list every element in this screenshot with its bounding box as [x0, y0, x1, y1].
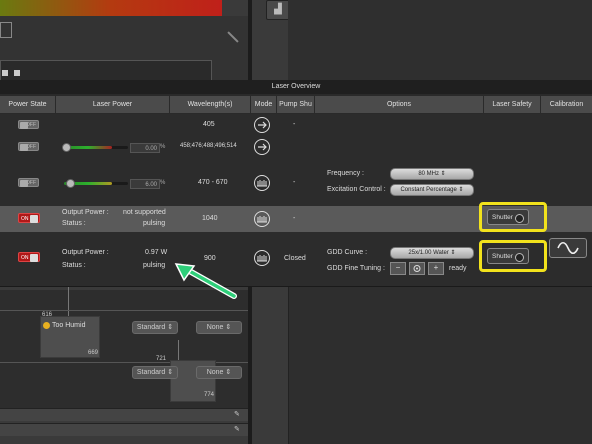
- none-dropdown-1[interactable]: None ⇕: [196, 321, 242, 334]
- target-icon: [413, 265, 421, 272]
- pulsed-mode-icon: [254, 175, 270, 191]
- pulsed-mode-icon-3: [254, 250, 270, 266]
- frequency-label: Frequency :: [327, 170, 364, 177]
- power-toggle-405[interactable]: OFF: [18, 120, 39, 129]
- gdd-fine-tuning-label: GDD Fine Tuning :: [327, 265, 385, 272]
- status-value-900: pulsing: [143, 262, 166, 269]
- power-input-wll[interactable]: 6.00: [130, 179, 160, 189]
- power-toggle-argon[interactable]: OFF: [18, 142, 39, 151]
- power-slider-argon[interactable]: [64, 146, 128, 149]
- col-power-state[interactable]: Power State: [0, 96, 56, 113]
- laser-row-405: [0, 114, 592, 137]
- shutter-button-1040[interactable]: Shutter: [487, 209, 529, 225]
- window-title: Laser Overview: [0, 80, 592, 94]
- col-options[interactable]: Options: [315, 96, 484, 113]
- slider-handle-wll[interactable]: [66, 179, 75, 188]
- output-power-label-1040: Output Power :: [62, 209, 109, 216]
- color-gradient-bar: [0, 0, 222, 16]
- power-toggle-wll[interactable]: OFF: [18, 178, 39, 187]
- gdd-curve-label: GDD Curve :: [327, 249, 368, 256]
- excitation-control-label: Excitation Control :: [327, 186, 386, 193]
- corner-handle-icon[interactable]: [0, 22, 12, 38]
- percent-sign-wll: %: [160, 180, 166, 186]
- wavelength-argon: 458;476;488;496;514: [180, 143, 237, 149]
- cw-mode-icon: [254, 117, 270, 133]
- pump-shutter-1040: -: [293, 215, 296, 222]
- power-toggle-900[interactable]: ON: [18, 252, 40, 262]
- too-humid-label: Too Humid: [52, 322, 86, 329]
- right-upper-area: [288, 0, 592, 80]
- status-value-1040: pulsing: [143, 220, 166, 227]
- standard-dropdown-2[interactable]: Standard ⇕: [132, 366, 178, 379]
- standard-dropdown-1[interactable]: Standard ⇕: [132, 321, 178, 334]
- output-power-label-900: Output Power :: [62, 249, 109, 256]
- slider-handle-argon[interactable]: [62, 143, 71, 152]
- none-dropdown-2[interactable]: None ⇕: [196, 366, 242, 379]
- col-pump-shutter[interactable]: Pump Shu: [277, 96, 315, 113]
- path-line-h: [0, 310, 248, 311]
- pin-icon[interactable]: ✎: [234, 410, 240, 418]
- percent-sign-argon: %: [160, 144, 166, 150]
- frequency-select[interactable]: 80 MHz ⇕: [390, 168, 474, 180]
- sine-wave-icon: [557, 241, 579, 255]
- wavelength-1040: 1040: [202, 215, 218, 222]
- col-laser-power[interactable]: Laser Power: [56, 96, 170, 113]
- output-power-value-1040: not supported: [123, 209, 166, 216]
- pin-icon-2[interactable]: ✎: [234, 425, 240, 433]
- status-bar-1: [0, 408, 248, 421]
- gdd-curve-select[interactable]: 25x/1.00 Water ⇕: [390, 247, 474, 259]
- node-label-616: 616: [42, 312, 53, 318]
- gdd-reset-button[interactable]: [409, 262, 425, 275]
- annotation-arrow-icon: [174, 263, 237, 299]
- wavelength-wll: 470 - 670: [198, 179, 228, 186]
- histogram-icon[interactable]: ▟: [266, 0, 290, 20]
- status-label-1040: Status :: [62, 220, 86, 227]
- col-calibration[interactable]: Calibration: [541, 96, 592, 113]
- status-label-900: Status :: [62, 262, 86, 269]
- status-bar-2: [0, 423, 248, 436]
- pump-shutter-405: -: [293, 121, 296, 128]
- power-toggle-1040[interactable]: ON: [18, 213, 40, 223]
- toolbar-square-icon-2[interactable]: [14, 70, 20, 76]
- toolbar-square-icon[interactable]: [2, 70, 8, 76]
- warning-dot-icon: [43, 322, 50, 329]
- node-label-721: 721: [156, 356, 167, 362]
- calibration-button[interactable]: [549, 238, 587, 258]
- pump-shutter-900: Closed: [284, 255, 306, 262]
- col-wavelengths[interactable]: Wavelength(s): [170, 96, 251, 113]
- pulsed-mode-icon-2: [254, 211, 270, 227]
- output-power-value-900: 0.97 W: [145, 249, 168, 256]
- gdd-status: ready: [449, 265, 467, 272]
- cw-mode-icon-2: [254, 139, 270, 155]
- left-toolbar: [0, 60, 212, 82]
- col-laser-safety[interactable]: Laser Safety: [484, 96, 541, 113]
- excitation-control-select[interactable]: Constant Percentage ⇕: [390, 184, 474, 196]
- gdd-minus-button[interactable]: −: [390, 262, 406, 275]
- gdd-plus-button[interactable]: +: [428, 262, 444, 275]
- shutter-button-900[interactable]: Shutter: [487, 248, 529, 264]
- node-label-774: 774: [204, 392, 215, 398]
- pump-shutter-wll: -: [293, 179, 296, 186]
- col-mode[interactable]: Mode: [251, 96, 277, 113]
- wavelength-405: 405: [203, 121, 215, 128]
- power-input-argon[interactable]: 0.00: [130, 143, 160, 153]
- node-label-669: 669: [88, 350, 99, 356]
